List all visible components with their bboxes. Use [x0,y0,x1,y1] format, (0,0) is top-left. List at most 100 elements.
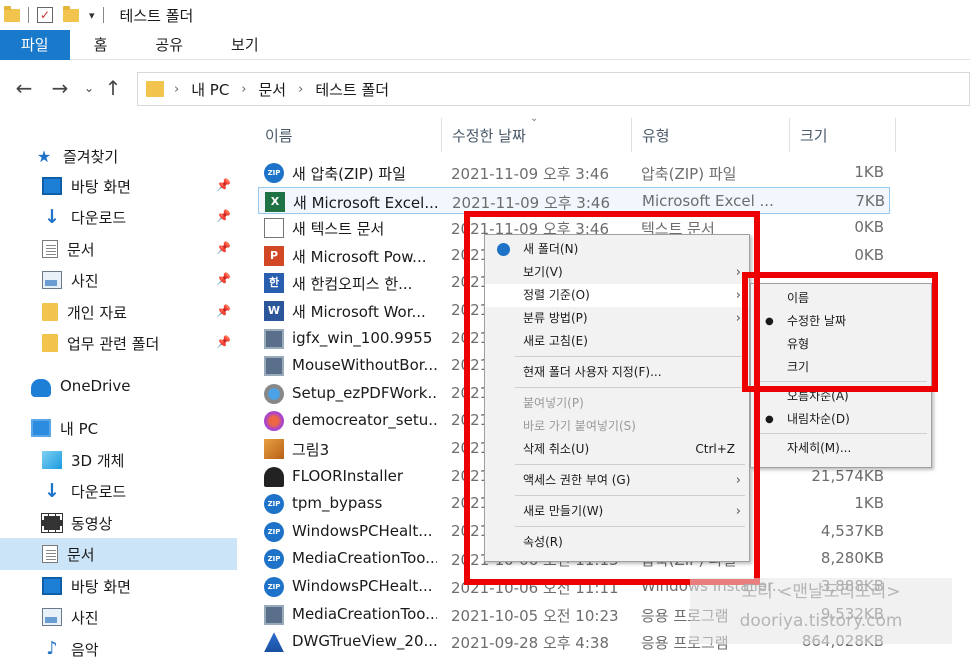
installer-icon [264,604,284,625]
image-icon [264,439,284,459]
nav-item-desktop[interactable]: 바탕 화면 📌 [0,170,237,202]
nav-label: 다운로드 [71,208,127,227]
breadcrumb-test-folder[interactable]: 테스트 폴더 [315,79,389,100]
file-name: 새 Microsoft Wor... [292,303,426,321]
column-header-size[interactable]: 크기 [790,118,896,152]
new-folder-quick-icon[interactable] [63,5,79,22]
file-size: 21,574KB [811,466,884,485]
zip-icon: ZIP [264,521,284,542]
file-size: 1KB [854,494,884,513]
breadcrumb-this-pc[interactable]: 내 PC [191,79,229,100]
file-name: 새 텍스트 문서 [292,220,385,239]
computer-icon [31,419,51,437]
folder-icon [42,303,58,321]
zip-icon: ZIP [264,549,284,570]
pin-icon[interactable]: 📌 [216,241,231,255]
chevron-right-icon[interactable]: › [174,82,179,97]
pin-icon[interactable]: 📌 [216,335,231,349]
nav-onedrive[interactable]: OneDrive [0,370,237,402]
film-icon [41,513,63,533]
pin-icon[interactable]: 📌 [216,304,231,318]
file-date-modified: 2021-11-09 오후 3:46 [451,165,609,183]
document-icon [42,240,58,258]
file-name: democreator_setu... [292,411,437,430]
nav-label: 음악 [71,640,99,659]
installer-icon [264,356,284,377]
chevron-right-icon[interactable]: › [241,82,246,97]
up-arrow-icon[interactable]: ↑ [100,76,126,100]
sort-menu-item[interactable]: ● 내림차순(D) [751,408,931,431]
star-icon: ★ [36,147,52,166]
nav-item-documents-pc[interactable]: 문서 [0,538,237,570]
nav-item-downloads-pc[interactable]: ↓ 다운로드 [0,475,237,507]
highlight-box-context-menu [464,211,760,585]
column-header-name[interactable]: 이름 [255,118,442,152]
file-name: 새 Microsoft Pow... [292,247,427,266]
file-date-modified: 2021-10-05 오전 10:23 [451,606,619,625]
nav-item-desktop-pc[interactable]: 바탕 화면 [0,570,237,602]
dwg-icon [264,632,284,653]
tab-home[interactable]: 홈 [70,30,132,60]
file-name: 새 Microsoft Excel... [293,193,438,212]
file-row[interactable]: ZIP 새 압축(ZIP) 파일 2021-11-09 오후 3:46 압축(ZIP)… [258,159,890,186]
chevron-right-icon[interactable]: › [298,82,303,97]
window-title: 테스트 폴더 [119,6,194,25]
nav-label: 동영상 [71,514,113,533]
recent-locations-chevron-icon[interactable]: ⌄ [78,81,100,95]
watermark: 도리 <맨날도리도리> dooriya.tistory.com [690,578,952,644]
breadcrumb-documents[interactable]: 문서 [259,79,287,100]
nav-item-documents[interactable]: 문서 📌 [0,233,237,265]
properties-check-icon[interactable]: ✓ [37,7,53,23]
pin-icon[interactable]: 📌 [216,178,231,192]
nav-label: 문서 [67,545,95,564]
tab-file[interactable]: 파일 [0,30,70,60]
pictures-icon [42,271,62,289]
setup-icon [264,383,284,404]
key-icon [264,466,284,487]
desktop-icon [42,577,62,595]
file-name: MouseWithoutBor... [292,356,437,375]
nav-this-pc[interactable]: 내 PC [0,412,237,444]
sort-menu-item[interactable]: 자세히(M)... [751,437,931,460]
nav-item-pictures-pc[interactable]: 사진 [0,601,237,633]
back-arrow-icon[interactable]: ← [6,76,42,100]
file-name: tpm_bypass [292,494,383,513]
nav-item-music[interactable]: ♪ 음악 [0,633,237,665]
navigation-bar: ← → ⌄ ↑ › 내 PC › 문서 › 테스트 폴더 [0,68,970,108]
file-size: 0KB [854,245,884,264]
installer-icon [264,328,284,349]
watermark-line-1: 도리 <맨날도리도리> [741,582,901,602]
file-name: MediaCreationToo... [292,604,437,623]
forward-arrow-icon[interactable]: → [42,76,78,100]
file-date-modified: 2021-09-28 오후 4:38 [451,634,609,653]
nav-label: 바탕 화면 [71,177,131,196]
pin-icon[interactable]: 📌 [216,209,231,223]
zip-icon: ZIP [264,494,284,515]
nav-label: 사진 [71,271,99,290]
pin-icon[interactable]: 📌 [216,272,231,286]
desktop-icon [42,177,62,195]
file-date-modified: 2021-11-09 오후 3:46 [452,193,610,212]
column-header-type[interactable]: 유형 [632,118,790,152]
tab-view[interactable]: 보기 [207,30,283,60]
nav-label: 내 PC [60,419,99,438]
nav-item-work[interactable]: 업무 관련 폴더 📌 [0,327,237,359]
menu-item-label: 내림차순(D) [787,412,850,426]
nav-label: 3D 개체 [71,451,125,470]
separator [102,7,104,23]
nav-item-videos[interactable]: 동영상 [0,507,237,539]
nav-item-pictures[interactable]: 사진 📌 [0,264,237,296]
navigation-pane: ★ 즐겨찾기 바탕 화면 📌 ↓ 다운로드 📌 문서 📌 사진 📌 개인 자료 … [0,118,240,660]
address-bar[interactable]: › 내 PC › 문서 › 테스트 폴더 [137,72,970,106]
nav-item-downloads[interactable]: ↓ 다운로드 📌 [0,201,237,233]
nav-item-personal[interactable]: 개인 자료 📌 [0,296,237,328]
quick-access-dropdown-icon[interactable]: ▾ [89,9,95,22]
nav-quick-access[interactable]: ★ 즐겨찾기 [0,140,237,172]
watermark-line-2: dooriya.tistory.com [739,611,903,631]
nav-item-3d-objects[interactable]: 3D 개체 [0,444,237,476]
tab-share[interactable]: 공유 [131,30,207,60]
file-row[interactable]: X 새 Microsoft Excel... 2021-11-09 오후 3:46 M… [258,186,890,214]
file-type: Microsoft Excel ... [642,191,774,210]
sort-descending-icon: ⌄ [530,113,539,124]
cloud-icon [31,379,51,397]
